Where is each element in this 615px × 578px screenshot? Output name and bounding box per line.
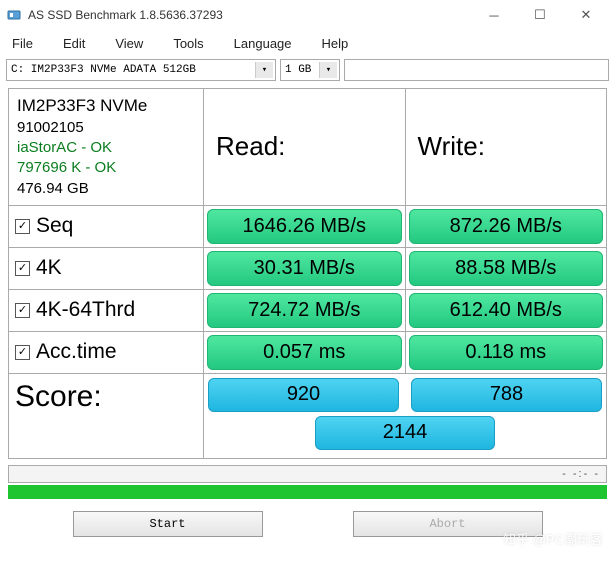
close-button[interactable]: ✕ xyxy=(563,0,609,30)
row-acc: ✓ Acc.time 0.057 ms 0.118 ms xyxy=(9,332,606,374)
label-4k: 4K xyxy=(36,256,62,280)
score-read: 920 xyxy=(208,378,399,412)
device-capacity: 476.94 GB xyxy=(17,179,147,199)
menu-view[interactable]: View xyxy=(115,36,143,51)
minimize-button[interactable]: ─ xyxy=(471,0,517,30)
checkbox-acc[interactable]: ✓ xyxy=(15,345,30,360)
row-seq: ✓ Seq 1646.26 MB/s 872.26 MB/s xyxy=(9,206,606,248)
header-read: Read: xyxy=(204,89,406,205)
checkbox-4k[interactable]: ✓ xyxy=(15,261,30,276)
device-driver: iaStorAC - OK xyxy=(17,138,147,158)
4k64-read: 724.72 MB/s xyxy=(207,293,402,328)
score-total: 2144 xyxy=(315,416,495,450)
row-4k: ✓ 4K 30.31 MB/s 88.58 MB/s xyxy=(9,248,606,290)
progress-bar: - -:- - xyxy=(8,465,607,483)
menu-file[interactable]: File xyxy=(12,36,33,51)
4k-read: 30.31 MB/s xyxy=(207,251,402,286)
status-textbox[interactable] xyxy=(344,59,609,81)
drive-select-value: C: IM2P33F3 NVMe ADATA 512GB xyxy=(11,64,196,76)
device-name: IM2P33F3 NVMe xyxy=(17,95,147,118)
header-row: IM2P33F3 NVMe 91002105 iaStorAC - OK 797… xyxy=(9,89,606,206)
menu-bar: File Edit View Tools Language Help xyxy=(0,30,615,56)
seq-read: 1646.26 MB/s xyxy=(207,209,402,244)
score-label: Score: xyxy=(9,374,204,458)
seq-write: 872.26 MB/s xyxy=(409,209,604,244)
toolbar: C: IM2P33F3 NVMe ADATA 512GB ▾ 1 GB ▾ xyxy=(0,56,615,84)
title-bar: AS SSD Benchmark 1.8.5636.37293 ─ ☐ ✕ xyxy=(0,0,615,30)
label-seq: Seq xyxy=(36,214,73,238)
4k64-write: 612.40 MB/s xyxy=(409,293,604,328)
chevron-down-icon: ▾ xyxy=(255,62,273,78)
row-4k64: ✓ 4K-64Thrd 724.72 MB/s 612.40 MB/s xyxy=(9,290,606,332)
menu-edit[interactable]: Edit xyxy=(63,36,85,51)
row-score: Score: 920 788 2144 xyxy=(9,374,606,458)
device-info: IM2P33F3 NVMe 91002105 iaStorAC - OK 797… xyxy=(9,89,204,205)
app-icon xyxy=(6,7,22,23)
checkbox-seq[interactable]: ✓ xyxy=(15,219,30,234)
acc-write: 0.118 ms xyxy=(409,335,604,370)
menu-tools[interactable]: Tools xyxy=(173,36,203,51)
label-4k64: 4K-64Thrd xyxy=(36,298,135,322)
window-title: AS SSD Benchmark 1.8.5636.37293 xyxy=(28,8,471,22)
acc-read: 0.057 ms xyxy=(207,335,402,370)
progress-text: - -:- - xyxy=(562,468,600,480)
size-select[interactable]: 1 GB ▾ xyxy=(280,59,340,81)
device-firmware: 91002105 xyxy=(17,118,147,138)
menu-help[interactable]: Help xyxy=(322,36,349,51)
score-write: 788 xyxy=(411,378,602,412)
window-controls: ─ ☐ ✕ xyxy=(471,0,609,30)
menu-language[interactable]: Language xyxy=(234,36,292,51)
maximize-button[interactable]: ☐ xyxy=(517,0,563,30)
chevron-down-icon: ▾ xyxy=(319,62,337,78)
header-write: Write: xyxy=(406,89,607,205)
start-button[interactable]: Start xyxy=(73,511,263,537)
4k-write: 88.58 MB/s xyxy=(409,251,604,286)
checkbox-4k64[interactable]: ✓ xyxy=(15,303,30,318)
results-panel: IM2P33F3 NVMe 91002105 iaStorAC - OK 797… xyxy=(8,88,607,459)
device-alignment: 797696 K - OK xyxy=(17,158,147,178)
drive-select[interactable]: C: IM2P33F3 NVMe ADATA 512GB ▾ xyxy=(6,59,276,81)
watermark: 知乎 @PC潮玩客 xyxy=(503,529,603,548)
completion-bar xyxy=(8,485,607,499)
label-acc: Acc.time xyxy=(36,340,117,364)
size-select-value: 1 GB xyxy=(285,64,311,76)
